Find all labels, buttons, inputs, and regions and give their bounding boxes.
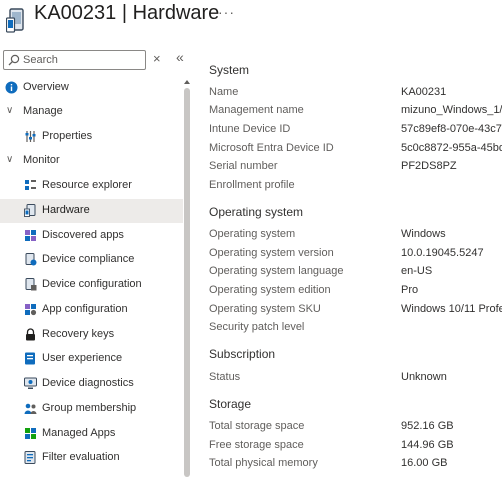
property-value: 5c0c8872-955a-45bd-9 [401, 142, 502, 154]
scrollbar-thumb[interactable] [184, 88, 190, 477]
property-label: Total physical memory [209, 457, 318, 469]
property-value: 57c89ef8-070e-43c7-8 [401, 123, 502, 135]
chevron-down-icon: ∨ [6, 154, 14, 165]
property-label: Enrollment profile [209, 179, 295, 191]
page-header: KA00231 | Hardware ··· [0, 0, 502, 44]
property-value: 16.00 GB [401, 457, 448, 469]
sidebar-item-label: User experience [42, 352, 123, 364]
hardware-icon [24, 204, 36, 217]
group-icon [24, 403, 37, 414]
more-options-button[interactable]: ··· [218, 4, 235, 20]
sidebar-item-device-compliance[interactable]: Device compliance [0, 248, 183, 272]
sidebar: Overview ∨ Manage Properties ∨ Monitor R… [0, 76, 183, 477]
property-label: Total storage space [209, 420, 305, 432]
device-configuration-icon [25, 278, 37, 291]
property-label: Serial number [209, 160, 278, 172]
property-label: Microsoft Entra Device ID [209, 142, 334, 154]
section-title-system: System [209, 63, 250, 77]
property-value: Pro [401, 284, 419, 296]
device-compliance-icon [25, 253, 37, 266]
resource-explorer-icon [25, 180, 36, 190]
property-label: Operating system SKU [209, 303, 321, 315]
sidebar-item-label: Discovered apps [42, 229, 124, 241]
sidebar-item-discovered-apps[interactable]: Discovered apps [0, 224, 183, 248]
property-label: Name [209, 86, 239, 98]
property-value: mizuno_Windows_1/4/ [401, 104, 502, 116]
property-value: 952.16 GB [401, 420, 454, 432]
sidebar-item-label: Managed Apps [42, 427, 116, 439]
property-value: 10.0.19045.5247 [401, 247, 484, 259]
sidebar-item-label: Hardware [42, 204, 90, 216]
sidebar-item-app-configuration[interactable]: App configuration [0, 298, 183, 322]
sidebar-item-overview[interactable]: Overview [0, 76, 183, 100]
sidebar-item-label: Device compliance [42, 253, 135, 265]
hardware-details-panel: System Name KA00231 Management name mizu… [209, 58, 502, 477]
search-input[interactable] [23, 51, 141, 69]
property-label: Security patch level [209, 321, 305, 333]
sidebar-item-label: Device diagnostics [42, 377, 134, 389]
property-label: Status [209, 371, 241, 383]
sidebar-item-hardware[interactable]: Hardware [0, 199, 183, 223]
sidebar-item-filter-evaluation[interactable]: Filter evaluation [0, 446, 183, 470]
managed-apps-icon [25, 428, 36, 439]
sidebar-item-managed-apps[interactable]: Managed Apps [0, 422, 183, 446]
scroll-up-arrow-icon[interactable] [184, 80, 190, 84]
device-icon [6, 8, 24, 33]
property-label: Management name [209, 104, 304, 116]
sidebar-scrollbar[interactable] [183, 80, 191, 477]
page-title: KA00231 | Hardware [34, 2, 220, 24]
sidebar-item-label: Device configuration [42, 278, 142, 290]
sidebar-item-label: App configuration [42, 303, 128, 315]
properties-icon [25, 131, 36, 142]
section-title-subscription: Subscription [209, 347, 276, 361]
sidebar-group-manage[interactable]: ∨ Manage [0, 100, 183, 124]
property-value: KA00231 [401, 86, 447, 98]
sidebar-item-label: Filter evaluation [42, 451, 120, 463]
property-value: en-US [401, 265, 433, 277]
sidebar-item-recovery-keys[interactable]: Recovery keys [0, 323, 183, 347]
property-value: Unknown [401, 371, 447, 383]
sidebar-group-label: Monitor [23, 154, 60, 166]
clear-search-button[interactable]: × [153, 51, 161, 66]
property-label: Free storage space [209, 439, 304, 451]
sidebar-item-group-membership[interactable]: Group membership [0, 397, 183, 421]
property-label: Operating system edition [209, 284, 331, 296]
property-value: PF2DS8PZ [401, 160, 457, 172]
sidebar-group-monitor[interactable]: ∨ Monitor [0, 149, 183, 173]
collapse-sidebar-button[interactable]: « [176, 49, 184, 65]
app-configuration-icon [25, 304, 37, 316]
section-title-operating-system: Operating system [209, 205, 304, 219]
sidebar-item-device-diagnostics[interactable]: Device diagnostics [0, 372, 183, 396]
property-label: Operating system [209, 228, 296, 240]
sidebar-item-label: Recovery keys [42, 328, 115, 340]
sidebar-item-label: Group membership [42, 402, 137, 414]
device-diagnostics-icon [24, 377, 37, 389]
sidebar-item-user-experience[interactable]: User experience [0, 347, 183, 371]
lock-icon [26, 328, 35, 341]
property-label: Operating system language [209, 265, 344, 277]
sidebar-item-resource-explorer[interactable]: Resource explorer [0, 174, 183, 198]
info-icon [5, 81, 18, 94]
search-icon [8, 54, 20, 66]
chevron-down-icon: ∨ [6, 105, 14, 116]
search-box[interactable] [3, 50, 146, 70]
filter-evaluation-icon [24, 451, 36, 464]
property-value: Windows [401, 228, 446, 240]
sidebar-item-device-configuration[interactable]: Device configuration [0, 273, 183, 297]
sidebar-item-properties[interactable]: Properties [0, 125, 183, 149]
property-label: Intune Device ID [209, 123, 291, 135]
user-experience-icon [25, 352, 35, 365]
property-value: 144.96 GB [401, 439, 454, 451]
sidebar-item-label: Overview [23, 81, 69, 93]
sidebar-item-label: Resource explorer [42, 179, 132, 191]
section-title-storage: Storage [209, 397, 252, 411]
property-label: Operating system version [209, 247, 334, 259]
sidebar-group-label: Manage [23, 105, 63, 117]
property-value: Windows 10/11 Profess [401, 303, 502, 315]
apps-grid-icon [25, 230, 36, 241]
sidebar-item-label: Properties [42, 130, 93, 142]
